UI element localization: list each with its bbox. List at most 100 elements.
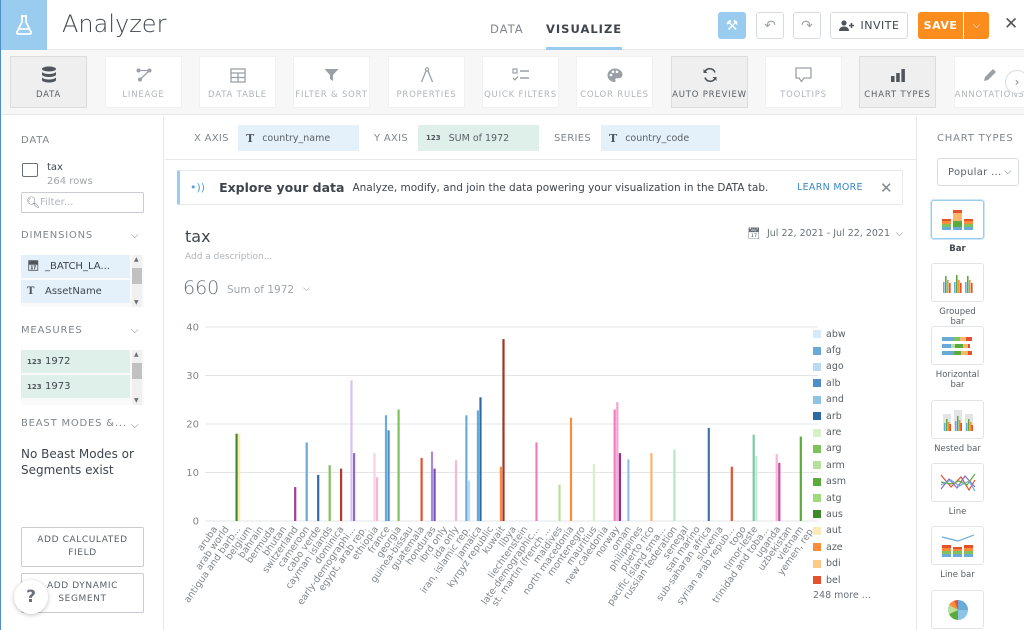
bar[interactable] <box>618 453 621 521</box>
toolbar-tooltips[interactable]: TOOLTIPS <box>765 56 842 108</box>
undo-button[interactable]: ↶ <box>756 12 784 39</box>
bar[interactable] <box>317 474 320 521</box>
bar[interactable] <box>235 433 238 521</box>
toolbar-data[interactable]: DATA <box>10 56 87 108</box>
measure-field[interactable]: 123 1972 <box>21 350 130 373</box>
y-axis-field[interactable]: 123 SUM of 1972 <box>418 125 539 151</box>
series-field[interactable]: T country_code <box>601 125 720 151</box>
save-button[interactable]: SAVE <box>918 12 963 39</box>
chevron-down-icon[interactable]: ⌵ <box>131 230 139 241</box>
dimensions-scrollbar[interactable]: ▲ ▼ <box>132 255 142 307</box>
chart-type-line[interactable]: Line <box>931 463 984 517</box>
help-button[interactable]: ? <box>14 580 48 614</box>
learn-more-link[interactable]: LEARN MORE <box>797 182 863 193</box>
legend-item[interactable]: ago <box>813 359 871 375</box>
bar[interactable] <box>387 430 390 521</box>
bar[interactable] <box>479 397 482 521</box>
field-filter-input[interactable]: 🔍︎ Filter... <box>21 192 144 213</box>
bar[interactable] <box>502 339 505 521</box>
tab-data[interactable]: DATA <box>490 22 524 36</box>
bar[interactable] <box>535 442 538 521</box>
chart-type-bar[interactable]: Bar <box>931 200 984 254</box>
legend-item[interactable]: and <box>813 392 871 408</box>
bar[interactable] <box>616 402 619 521</box>
chart-type-pie[interactable] <box>931 590 984 629</box>
legend-more-link[interactable]: 248 more ... <box>813 590 871 601</box>
bar[interactable] <box>433 468 436 521</box>
close-icon[interactable]: ✕ <box>1004 14 1018 34</box>
bar[interactable] <box>397 409 400 522</box>
bar[interactable] <box>627 459 630 521</box>
bar[interactable] <box>384 415 388 521</box>
legend-item[interactable]: afg <box>813 342 871 358</box>
invite-button[interactable]: INVITE <box>830 12 908 39</box>
bar[interactable] <box>499 466 502 521</box>
bar[interactable] <box>420 457 423 521</box>
bar[interactable] <box>775 454 778 521</box>
bar[interactable] <box>430 451 434 521</box>
chart-type-line-bar[interactable]: Line bar <box>931 526 984 580</box>
x-axis-field[interactable]: T country_name <box>238 125 359 151</box>
legend-item[interactable]: arg <box>813 441 871 457</box>
chart-category-select[interactable]: Popular ... ⌵ <box>937 158 1019 186</box>
legend-item[interactable]: bel <box>813 572 871 588</box>
bar[interactable] <box>707 427 710 521</box>
legend-item[interactable]: arb <box>813 408 871 424</box>
add-calculated-field-button[interactable]: ADD CALCULATED FIELD <box>21 527 144 567</box>
redo-button[interactable]: ↷ <box>793 12 821 39</box>
legend-item[interactable]: are <box>813 424 871 440</box>
legend-item[interactable]: atg <box>813 490 871 506</box>
bar[interactable] <box>238 433 241 521</box>
dimension-field[interactable]: T AssetName <box>21 280 130 303</box>
bar[interactable] <box>752 434 755 521</box>
close-icon[interactable]: ✕ <box>880 179 893 197</box>
bar[interactable] <box>467 480 471 521</box>
bar[interactable] <box>454 460 458 521</box>
chevron-down-icon[interactable]: ⌵ <box>131 325 139 336</box>
bar[interactable] <box>799 436 802 521</box>
bar[interactable] <box>465 415 468 521</box>
toolbar-color-rules[interactable]: COLOR RULES <box>576 56 653 108</box>
legend-item[interactable]: asm <box>813 474 871 490</box>
summary-label[interactable]: Sum of 1972 <box>227 284 294 296</box>
legend-item[interactable]: aus <box>813 506 871 522</box>
toolbar-properties[interactable]: PROPERTIES <box>388 56 465 108</box>
chevron-down-icon[interactable]: ⌵ <box>303 284 310 294</box>
bar[interactable] <box>569 417 573 521</box>
chart-type-grouped-bar[interactable]: Grouped bar <box>931 263 984 327</box>
bar[interactable] <box>476 410 479 521</box>
legend-item[interactable]: arm <box>813 457 871 473</box>
chart-type-nested-bar[interactable]: Nested bar <box>931 400 984 454</box>
bar[interactable] <box>373 453 376 521</box>
bar[interactable] <box>350 380 353 521</box>
tools-button[interactable]: ⚒ <box>718 12 746 39</box>
bar[interactable] <box>592 463 595 521</box>
chart-type-horizontal-bar[interactable]: Horizontal bar <box>931 326 984 390</box>
bar[interactable] <box>755 456 758 521</box>
bar[interactable] <box>730 466 733 521</box>
chevron-down-icon[interactable]: ⌵ <box>131 420 139 431</box>
bar[interactable] <box>305 442 308 521</box>
legend-item[interactable]: aze <box>813 539 871 555</box>
bar[interactable] <box>613 409 616 522</box>
toolbar-auto-preview[interactable]: AUTO PREVIEW <box>671 56 748 108</box>
measures-scrollbar[interactable]: ▲ ▼ <box>132 350 142 405</box>
tab-visualize[interactable]: VISUALIZE <box>546 22 623 50</box>
toolbar-filter-sort[interactable]: FILTER & SORT <box>293 56 370 108</box>
toolbar-lineage[interactable]: LINEAGE <box>105 56 182 108</box>
bar[interactable] <box>673 449 676 521</box>
flask-icon[interactable] <box>1 0 47 50</box>
bar[interactable] <box>340 468 343 521</box>
toolbar-quick-filters[interactable]: QUICK FILTERS <box>482 56 559 108</box>
card-description[interactable]: Add a description... <box>185 252 272 262</box>
date-range-selector[interactable]: 📅︎ Jul 22, 2021 - Jul 22, 2021 ⌵ <box>747 227 903 240</box>
toolbar-chart-types[interactable]: CHART TYPES <box>859 56 936 108</box>
bar[interactable] <box>558 484 561 521</box>
legend-item[interactable]: alb <box>813 375 871 391</box>
legend-item[interactable]: bdi <box>813 555 871 571</box>
legend-item[interactable]: abw <box>813 326 871 342</box>
toolbar-data-table[interactable]: DATA TABLE <box>199 56 276 108</box>
dimension-field[interactable]: 📅︎ _BATCH_LA... <box>21 255 130 278</box>
toolbar-scroll-right-button[interactable]: › <box>1005 70 1024 94</box>
bar[interactable] <box>778 462 781 521</box>
